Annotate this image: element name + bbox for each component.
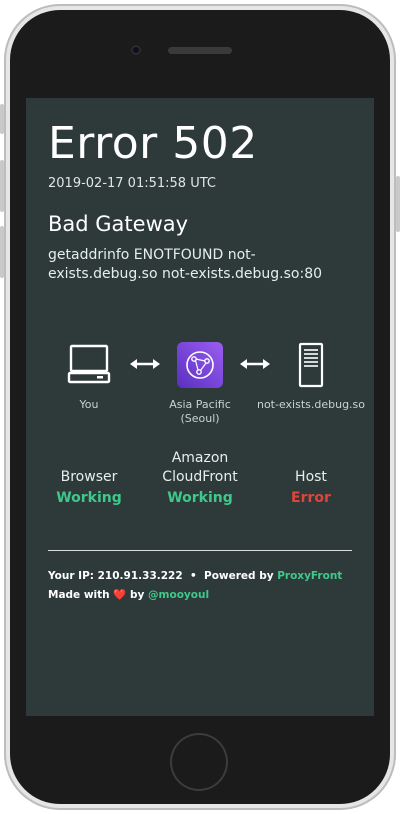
error-subtitle: Bad Gateway (48, 212, 189, 236)
edge-location-label: Asia Pacific (Seoul) (155, 398, 245, 426)
ip-value: 210.91.33.222 (97, 570, 183, 582)
browser-status-name: Browser (60, 469, 118, 485)
power-button (396, 176, 400, 232)
author-link[interactable]: @mooyoul (148, 589, 209, 601)
page-title: Error 502 (48, 118, 258, 169)
volume-up-button (0, 160, 4, 212)
edge-region-label: Asia Pacific (169, 398, 231, 411)
client-label: You (79, 398, 99, 411)
cloudfront-status: Amazon CloudFront Working (145, 449, 255, 509)
ip-label: Your IP: (48, 570, 94, 582)
error-timestamp: 2019-02-17 01:51:58 UTC (48, 176, 216, 191)
error-message: getaddrinfo ENOTFOUND not-exists.debug.s… (48, 247, 323, 282)
host-label: not-exists.debug.so (256, 398, 366, 411)
cloudfront-status-name-line1: Amazon (171, 450, 229, 466)
host-status: Host Error (256, 468, 366, 509)
server-icon (298, 342, 324, 388)
error-page: Error 502 2019-02-17 01:51:58 UTC Bad Ga… (26, 98, 374, 716)
edge-city-label: (Seoul) (180, 412, 220, 425)
proxyfront-link[interactable]: ProxyFront (277, 570, 342, 582)
earpiece-speaker (168, 47, 232, 54)
powered-by-label: Powered by (204, 570, 274, 582)
browser-status: Browser Working (34, 468, 144, 509)
double-arrow-icon (240, 359, 270, 369)
front-camera-icon (131, 45, 141, 55)
laptop-icon (67, 344, 111, 384)
host-status-name: Host (295, 469, 327, 485)
volume-down-button (0, 226, 4, 278)
footer-divider (48, 550, 352, 551)
host-status-value: Error (291, 490, 331, 506)
footer-line-ip: Your IP: 210.91.33.222 • Powered by Prox… (48, 570, 342, 582)
double-arrow-icon (130, 359, 160, 369)
browser-status-value: Working (56, 490, 122, 506)
cloudfront-icon (177, 342, 223, 388)
cloudfront-status-name-line2: CloudFront (162, 469, 238, 485)
cloudfront-status-value: Working (167, 490, 233, 506)
mute-switch (0, 104, 4, 134)
by-label: by (130, 589, 145, 601)
made-with-label: Made with (48, 589, 110, 601)
footer-line-credit: Made with ❤️ by @mooyoul (48, 588, 209, 601)
footer-separator: • (189, 570, 197, 582)
home-button[interactable] (170, 733, 228, 791)
heart-icon: ❤️ (113, 589, 127, 601)
